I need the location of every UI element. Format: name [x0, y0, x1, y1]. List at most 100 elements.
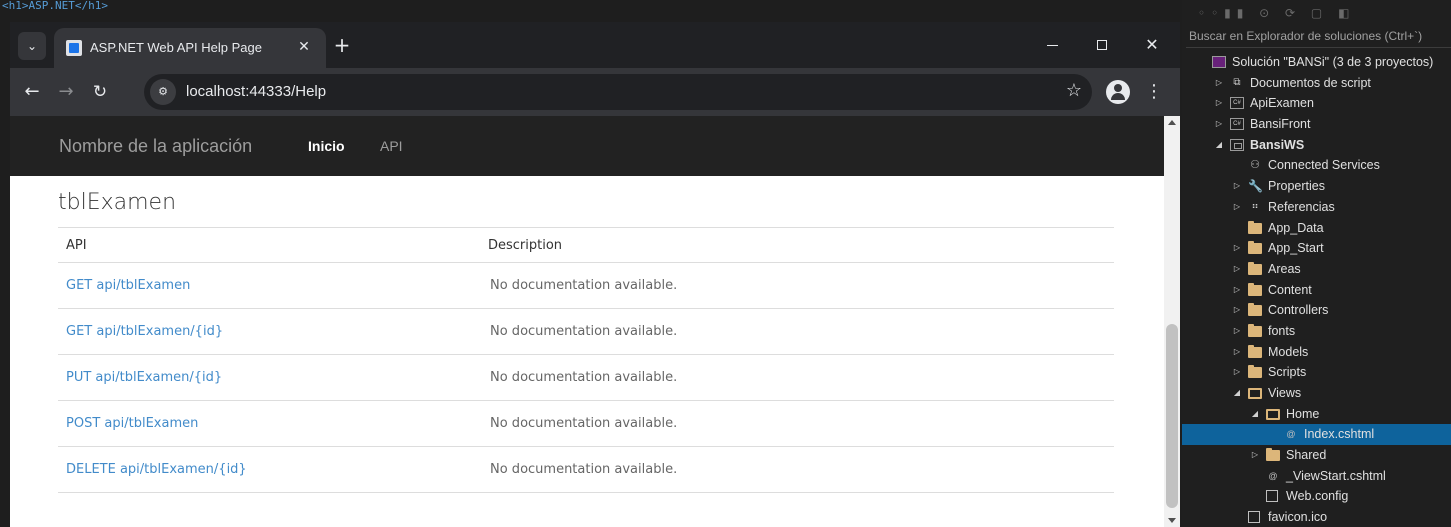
api-link[interactable]: POST api/tblExamen — [58, 400, 480, 447]
tree-item[interactable]: ▷ 🔧 Properties — [1182, 176, 1451, 197]
tree-item[interactable]: ▷ C# ApiExamen — [1182, 93, 1451, 114]
folder-open-icon — [1248, 388, 1262, 399]
api-description: No documentation available. — [480, 308, 1114, 355]
expand-arrow-icon[interactable]: ▷ — [1232, 176, 1242, 197]
page-scrollbar[interactable] — [1164, 116, 1180, 527]
tree-item-label: ApiExamen — [1250, 96, 1314, 111]
expand-arrow-icon[interactable]: ▷ — [1232, 362, 1242, 383]
table-row: POST api/tblExamen No documentation avai… — [58, 400, 1114, 447]
expand-arrow-icon[interactable]: ◢ — [1250, 404, 1260, 425]
expand-arrow-icon[interactable]: ▷ — [1232, 300, 1242, 321]
expand-arrow-icon[interactable]: ▷ — [1250, 445, 1260, 466]
api-link[interactable]: GET api/tblExamen/{id} — [58, 308, 480, 355]
tab-close-icon[interactable]: ✕ — [294, 37, 314, 57]
tab-title: ASP.NET Web API Help Page — [90, 40, 262, 55]
tree-item-label: Connected Services — [1268, 158, 1380, 173]
minimize-icon — [1046, 44, 1058, 46]
code-editor-edge — [0, 12, 10, 527]
solution-explorer-toolbar: ◦◦▮▮ ⊙ ⟳ ▢ ◧ — [1182, 0, 1451, 26]
expand-arrow-icon[interactable]: ▷ — [1232, 321, 1242, 342]
api-link[interactable]: DELETE api/tblExamen/{id} — [58, 446, 480, 493]
active-tab[interactable]: ASP.NET Web API Help Page ✕ — [54, 28, 326, 68]
tree-item[interactable]: Solución "BANSi" (3 de 3 proyectos) — [1182, 52, 1451, 73]
nav-link-api[interactable]: API — [380, 138, 403, 154]
tree-item[interactable]: ▷ App_Start — [1182, 238, 1451, 259]
address-bar[interactable]: ⚙ localhost:44333/Help ☆ — [144, 74, 1092, 110]
tree-item-label: Shared — [1286, 448, 1327, 463]
tree-item-label: Properties — [1268, 179, 1325, 194]
tree-item[interactable]: ▷ Areas — [1182, 259, 1451, 280]
tree-item[interactable]: ▷ ⧉ Documentos de script — [1182, 73, 1451, 94]
maximize-button[interactable] — [1082, 30, 1122, 60]
tree-item-label: App_Data — [1268, 220, 1324, 235]
nav-link-inicio[interactable]: Inicio — [308, 138, 345, 154]
tree-item[interactable]: ▷ C# BansiFront — [1182, 114, 1451, 135]
scroll-thumb[interactable] — [1166, 324, 1178, 508]
scroll-down-icon[interactable] — [1168, 518, 1176, 523]
tree-item-label: Areas — [1268, 261, 1301, 276]
api-link[interactable]: PUT api/tblExamen/{id} — [58, 354, 480, 401]
tree-item-label: Models — [1268, 344, 1309, 359]
tree-item-label: Scripts — [1268, 365, 1307, 380]
web-icon — [1230, 138, 1244, 151]
url-text[interactable]: localhost:44333/Help — [186, 83, 326, 100]
table-row: GET api/tblExamen No documentation avail… — [58, 262, 1114, 309]
folder-icon — [1248, 282, 1262, 296]
cs-icon: C# — [1230, 118, 1244, 131]
bookmark-star-icon[interactable]: ☆ — [1066, 80, 1082, 101]
site-info-icon[interactable]: ⚙ — [150, 79, 176, 105]
tree-item[interactable]: ▷ Content — [1182, 280, 1451, 301]
tree-item[interactable]: ◢ Views — [1182, 383, 1451, 404]
browser-menu-button[interactable]: ⋮ — [1144, 78, 1164, 106]
expand-arrow-icon[interactable]: ▷ — [1232, 342, 1242, 363]
back-button[interactable]: ← — [18, 78, 46, 106]
expand-arrow-icon[interactable]: ▷ — [1214, 73, 1224, 94]
tree-item[interactable]: ⚇ Connected Services — [1182, 155, 1451, 176]
controller-title: tblExamen — [58, 190, 177, 215]
doc-icon — [1266, 490, 1278, 503]
tree-item[interactable]: @ _ViewStart.cshtml — [1182, 466, 1451, 487]
reload-button[interactable]: ↻ — [86, 78, 114, 106]
tree-item[interactable]: favicon.ico — [1182, 507, 1451, 527]
tree-item[interactable]: App_Data — [1182, 218, 1451, 239]
expand-arrow-icon[interactable]: ▷ — [1214, 93, 1224, 114]
expand-arrow-icon[interactable]: ◢ — [1214, 135, 1224, 156]
script-icon: ⧉ — [1233, 76, 1241, 88]
expand-arrow-icon[interactable]: ◢ — [1232, 383, 1242, 404]
expand-arrow-icon[interactable]: ▷ — [1232, 197, 1242, 218]
tree-item[interactable]: ▷ Scripts — [1182, 362, 1451, 383]
api-link[interactable]: GET api/tblExamen — [58, 262, 480, 309]
maximize-icon — [1097, 40, 1107, 50]
folder-icon — [1248, 344, 1262, 358]
expand-arrow-icon[interactable]: ▷ — [1232, 238, 1242, 259]
tree-item-label: App_Start — [1268, 241, 1324, 256]
tree-item[interactable]: ◢ BansiWS — [1182, 135, 1451, 156]
expand-arrow-icon[interactable]: ▷ — [1232, 259, 1242, 280]
tree-item[interactable]: ▷ Controllers — [1182, 300, 1451, 321]
folder-icon — [1248, 220, 1262, 234]
tree-item[interactable]: ▷ Shared — [1182, 445, 1451, 466]
sln-icon — [1212, 56, 1226, 68]
tab-strip: ⌄ ASP.NET Web API Help Page ✕ + ✕ — [10, 22, 1180, 68]
tab-search-button[interactable]: ⌄ — [18, 32, 46, 60]
tree-item[interactable]: ▷ fonts — [1182, 321, 1451, 342]
profile-avatar-icon[interactable] — [1106, 80, 1130, 104]
tree-item-label: favicon.ico — [1268, 510, 1328, 525]
tree-item[interactable]: @ Index.cshtml — [1182, 424, 1451, 446]
tree-item[interactable]: ▷ Models — [1182, 342, 1451, 363]
navbar-brand[interactable]: Nombre de la aplicación — [59, 136, 252, 157]
api-table: API Description GET api/tblExamen No doc… — [58, 227, 1114, 493]
forward-button[interactable]: → — [52, 78, 80, 106]
expand-arrow-icon[interactable]: ▷ — [1214, 114, 1224, 135]
expand-arrow-icon[interactable]: ▷ — [1232, 280, 1242, 301]
site-navbar: Nombre de la aplicación Inicio API — [10, 116, 1164, 176]
scroll-up-icon[interactable] — [1168, 120, 1176, 125]
api-description: No documentation available. — [480, 262, 1114, 309]
solution-search-input[interactable]: Buscar en Explorador de soluciones (Ctrl… — [1186, 26, 1451, 48]
tree-item[interactable]: ▷ ⠶ Referencias — [1182, 197, 1451, 218]
tree-item[interactable]: ◢ Home — [1182, 404, 1451, 425]
new-tab-button[interactable]: + — [330, 34, 354, 58]
tree-item[interactable]: Web.config — [1182, 486, 1451, 507]
minimize-button[interactable] — [1032, 30, 1072, 60]
close-window-button[interactable]: ✕ — [1132, 30, 1172, 60]
